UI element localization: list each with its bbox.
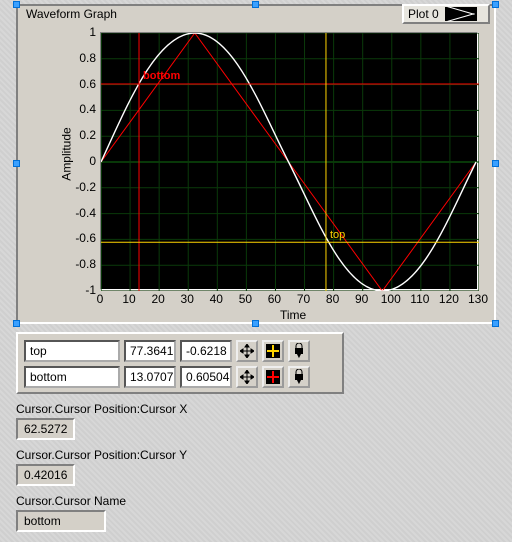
resize-handle-sw[interactable] [13,320,20,327]
plot-area[interactable]: bottom top [100,32,478,290]
cursor-name-label: Cursor.Cursor Name [16,494,126,508]
chevron-down-icon: ▼ [296,381,303,385]
move-cursor-button-bottom[interactable] [236,366,258,388]
cursor-lock-button-bottom[interactable]: ▼ [288,366,310,388]
resize-handle-nw[interactable] [13,1,20,8]
plot-svg: bottom top [101,33,479,291]
resize-handle-s[interactable] [252,320,259,327]
legend-label: Plot 0 [408,7,439,21]
cursor-x-label: Cursor.Cursor Position:Cursor X [16,402,187,416]
plot-legend[interactable]: Plot 0 [402,4,490,24]
cursor-name-value[interactable]: bottom [16,510,106,532]
resize-handle-se[interactable] [492,320,499,327]
crosshair-red-icon [266,370,280,384]
resize-handle-ne[interactable] [492,1,499,8]
move-cursor-button-top[interactable] [236,340,258,362]
cursor-row-top: top 77.3641 -0.6218 ▼ [24,338,336,364]
resize-handle-e[interactable] [492,160,499,167]
cursor-table-panel: top 77.3641 -0.6218 ▼ bottom 13.0707 0.6… [16,332,344,394]
cursor-style-button-bottom[interactable] [262,366,284,388]
cursor-name-block: Cursor.Cursor Name bottom [16,494,126,532]
cursor-name-field-bottom[interactable]: bottom [24,366,120,388]
crosshair-yellow-icon [266,344,280,358]
cursor-name-field-top[interactable]: top [24,340,120,362]
cursor-y-field-top[interactable]: -0.6218 [180,340,232,362]
cursor-lock-button-top[interactable]: ▼ [288,340,310,362]
cursor-style-button-top[interactable] [262,340,284,362]
cursor-y-block: Cursor.Cursor Position:Cursor Y 0.42016 [16,448,187,486]
cursor-x-field-top[interactable]: 77.3641 [124,340,176,362]
cursor-x-value[interactable]: 62.5272 [16,418,75,440]
graph-title: Waveform Graph [26,7,117,21]
cursor-row-bottom: bottom 13.0707 0.60504 ▼ [24,364,336,390]
chevron-down-icon: ▼ [296,355,303,359]
cursor-x-block: Cursor.Cursor Position:Cursor X 62.5272 [16,402,187,440]
resize-handle-w[interactable] [13,160,20,167]
cursor-y-label: Cursor.Cursor Position:Cursor Y [16,448,187,462]
cursor-y-field-bottom[interactable]: 0.60504 [180,366,232,388]
legend-swatch-icon [445,7,477,21]
cursor-y-value[interactable]: 0.42016 [16,464,75,486]
cursor-label-bottom: bottom [143,70,180,82]
y-axis-ticks: 1 0.8 0.6 0.4 0.2 0 -0.2 -0.4 -0.6 -0.8 … [66,32,98,290]
waveform-graph-frame: Waveform Graph Plot 0 Amplitude Time 1 0… [16,4,496,324]
cursor-x-field-bottom[interactable]: 13.0707 [124,366,176,388]
x-axis-ticks: 0 10 20 30 40 50 60 70 80 90 100 110 120… [100,292,478,308]
resize-handle-n[interactable] [252,1,259,8]
cursor-label-top: top [330,229,345,241]
x-axis-label: Time [280,308,306,322]
